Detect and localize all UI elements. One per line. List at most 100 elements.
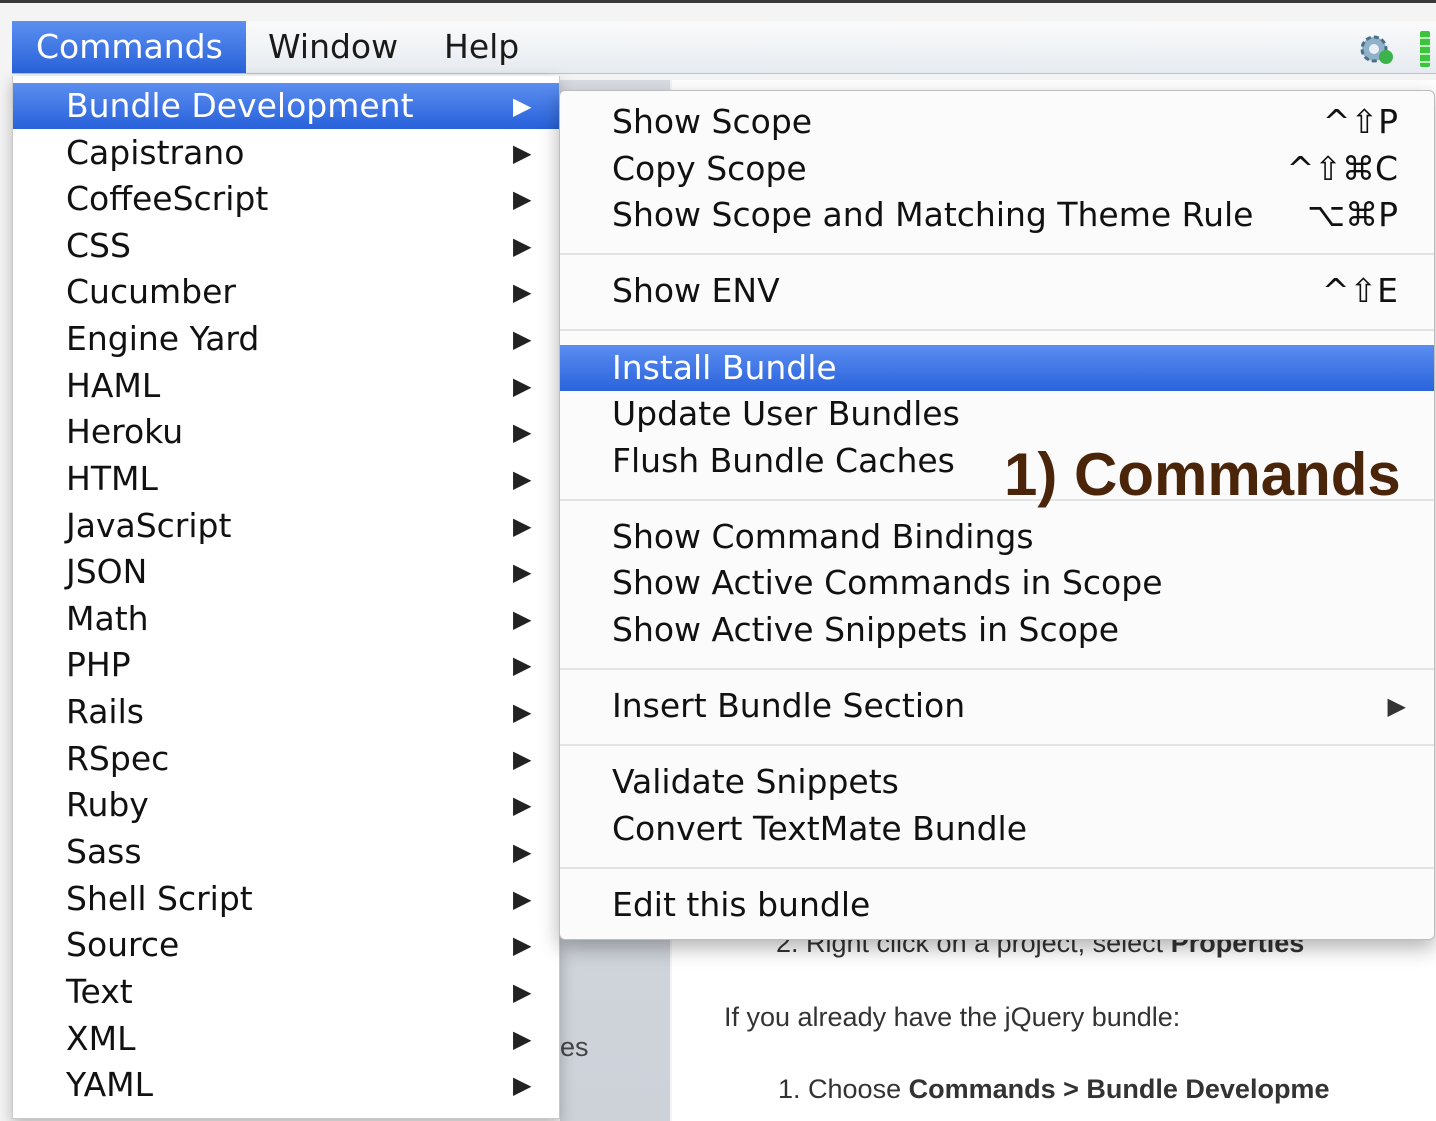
menu-item-engine-yard[interactable]: Engine Yard ▶ [13,316,559,362]
menu-item-label: Show Scope [612,102,813,141]
menu-item-label: JavaScript [66,506,232,545]
submenu-arrow-icon: ▶ [513,1025,532,1053]
menu-commands[interactable]: Commands [12,21,246,73]
menu-item-text[interactable]: Text ▶ [13,969,559,1015]
battery-icon[interactable] [1420,31,1430,67]
submenu-arrow-icon: ▶ [513,372,532,400]
menu-item-php[interactable]: PHP ▶ [13,642,559,688]
sync-gear-icon[interactable] [1356,31,1396,67]
submenu-arrow-icon: ▶ [513,931,532,959]
menu-item-label: RSpec [66,739,170,778]
submenu-arrow-icon: ▶ [513,745,532,773]
submenu-arrow-icon: ▶ [513,278,532,306]
menu-item-label: Ruby [66,785,149,824]
menu-item-label: Flush Bundle Caches [612,441,955,480]
menu-item-json[interactable]: JSON ▶ [13,549,559,595]
submenu-arrow-icon: ▶ [513,1071,532,1099]
menu-item-show-active-commands[interactable]: Show Active Commands in Scope [560,560,1434,606]
menu-item-label: Copy Scope [612,149,807,188]
menu-item-math[interactable]: Math ▶ [13,596,559,642]
menu-item-convert-textmate-bundle[interactable]: Convert TextMate Bundle [560,806,1434,852]
commands-menu: Bundle Development ▶ Capistrano ▶ CoffeeSc… [12,76,560,1119]
menu-item-haml[interactable]: HAML ▶ [13,363,559,409]
submenu-arrow-icon: ▶ [513,605,532,633]
menu-item-validate-snippets[interactable]: Validate Snippets [560,759,1434,805]
bundle-development-submenu: Show Scope ^⇧P Copy Scope ^⇧⌘C Show Scop… [559,90,1435,940]
menu-item-css[interactable]: CSS ▶ [13,223,559,269]
keyboard-shortcut: ^⇧E [1321,271,1398,310]
menu-item-rails[interactable]: Rails ▶ [13,689,559,735]
submenu-arrow-icon: ▶ [513,325,532,353]
submenu-arrow-icon: ▶ [513,791,532,819]
menu-item-label: YAML [66,1065,154,1104]
menu-item-label: Heroku [66,412,184,451]
menu-item-label: Source [66,925,180,964]
submenu-arrow-icon: ▶ [513,512,532,540]
menu-item-show-scope[interactable]: Show Scope ^⇧P [560,99,1434,145]
menu-item-capistrano[interactable]: Capistrano ▶ [13,130,559,176]
submenu-arrow-icon: ▶ [513,838,532,866]
background-jquery-note: If you already have the jQuery bundle: [724,1002,1181,1032]
menu-separator [560,329,1434,331]
menu-item-show-active-snippets[interactable]: Show Active Snippets in Scope [560,607,1434,653]
menu-item-label: Validate Snippets [612,762,899,801]
menu-item-show-env[interactable]: Show ENV ^⇧E [560,268,1434,314]
menu-item-label: Show Scope and Matching Theme Rule [612,195,1254,234]
submenu-arrow-icon: ▶ [513,698,532,726]
menu-item-label: JSON [66,552,148,591]
submenu-arrow-icon: ▶ [513,139,532,167]
menu-item-label: Update User Bundles [612,394,960,433]
menu-item-xml[interactable]: XML ▶ [13,1016,559,1062]
menu-item-label: PHP [66,645,131,684]
keyboard-shortcut: ⌥⌘P [1307,195,1398,234]
menu-separator [560,253,1434,255]
submenu-arrow-icon: ▶ [513,885,532,913]
menu-item-update-user-bundles[interactable]: Update User Bundles [560,391,1434,437]
menu-separator [560,867,1434,869]
menu-item-edit-this-bundle[interactable]: Edit this bundle [560,882,1434,928]
menu-item-cucumber[interactable]: Cucumber ▶ [13,269,559,315]
menu-help[interactable]: Help [424,21,539,73]
menu-item-sass[interactable]: Sass ▶ [13,829,559,875]
menu-item-coffeescript[interactable]: CoffeeScript ▶ [13,176,559,222]
menu-item-copy-scope[interactable]: Copy Scope ^⇧⌘C [560,146,1434,192]
menu-item-label: Cucumber [66,272,236,311]
menu-item-label: Show Active Commands in Scope [612,563,1163,602]
menu-item-html[interactable]: HTML ▶ [13,456,559,502]
menu-item-label: Capistrano [66,133,245,172]
menu-item-label: CSS [66,226,131,265]
menu-item-label: Bundle Development [66,86,414,125]
menu-item-label: Convert TextMate Bundle [612,809,1028,848]
submenu-arrow-icon: ▶ [1387,692,1406,720]
menu-item-insert-bundle-section[interactable]: Insert Bundle Section ▶ [560,683,1434,729]
menu-item-shell-script[interactable]: Shell Script ▶ [13,876,559,922]
menu-item-javascript[interactable]: JavaScript ▶ [13,503,559,549]
menu-item-label: XML [66,1019,136,1058]
submenu-arrow-icon: ▶ [513,558,532,586]
submenu-arrow-icon: ▶ [513,418,532,446]
menu-item-ruby[interactable]: Ruby ▶ [13,782,559,828]
menu-item-label: CoffeeScript [66,179,269,218]
menu-item-label: Engine Yard [66,319,260,358]
menu-separator [560,668,1434,670]
menu-bar: Commands Window Help [12,21,1436,74]
background-sidebar-text: es [560,1032,589,1062]
menu-item-label: Edit this bundle [612,885,871,924]
submenu-arrow-icon: ▶ [513,92,532,120]
menu-extras [1336,29,1436,69]
menu-item-rspec[interactable]: RSpec ▶ [13,736,559,782]
menu-item-heroku[interactable]: Heroku ▶ [13,409,559,455]
menu-item-bundle-development[interactable]: Bundle Development ▶ [13,83,559,129]
menu-item-source[interactable]: Source ▶ [13,922,559,968]
menu-item-yaml[interactable]: YAML ▶ [13,1062,559,1108]
menu-window[interactable]: Window [248,21,418,73]
menu-item-label: Insert Bundle Section [612,686,966,725]
menu-item-show-command-bindings[interactable]: Show Command Bindings [560,514,1434,560]
menu-item-label: Text [66,972,133,1011]
submenu-arrow-icon: ▶ [513,978,532,1006]
menu-item-label: Sass [66,832,142,871]
menu-item-label: Install Bundle [612,348,837,387]
submenu-arrow-icon: ▶ [513,185,532,213]
menu-item-install-bundle[interactable]: Install Bundle [560,345,1434,391]
menu-item-show-scope-matching-theme-rule[interactable]: Show Scope and Matching Theme Rule ⌥⌘P [560,192,1434,238]
